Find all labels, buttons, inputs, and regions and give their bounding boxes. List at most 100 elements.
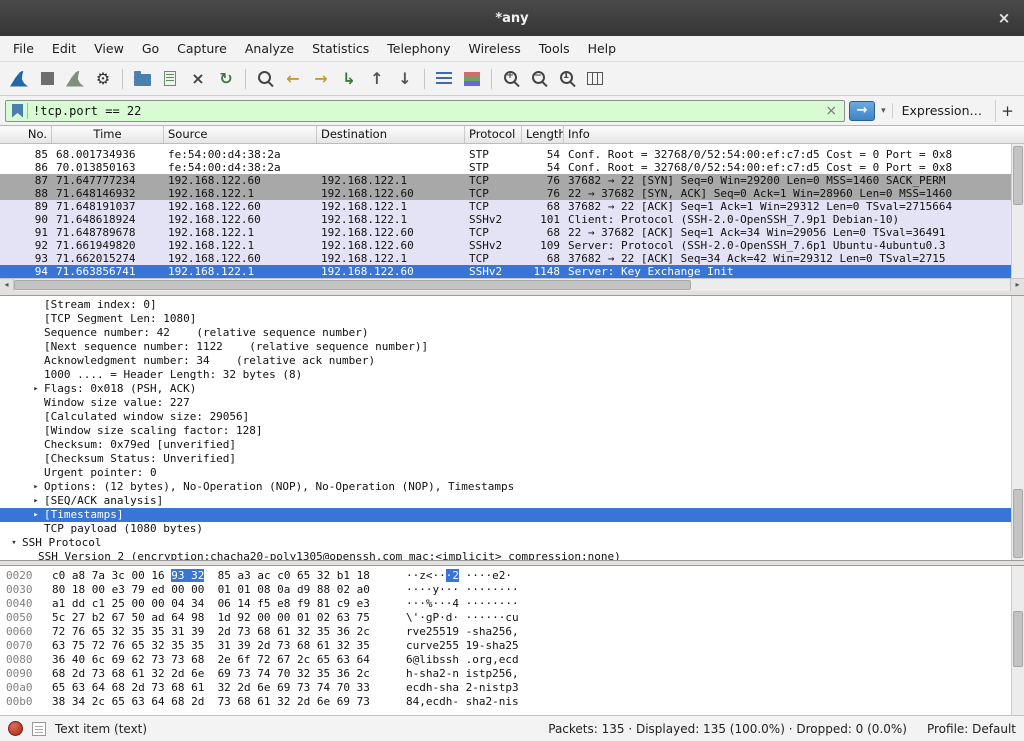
expander-icon[interactable]: ▸ <box>28 382 44 396</box>
packet-row[interactable]: 9271.661949820192.168.122.1192.168.122.6… <box>0 239 1011 252</box>
expert-info-icon[interactable] <box>8 721 23 736</box>
menu-item-go[interactable]: Go <box>133 37 168 60</box>
hex-row[interactable]: 00a065 63 64 68 2d 73 68 61 32 2d 6e 69 … <box>6 681 1011 695</box>
column-header-length[interactable]: Length <box>522 126 564 143</box>
packet-row[interactable]: 9171.648789678192.168.122.1192.168.122.6… <box>0 226 1011 239</box>
menu-item-capture[interactable]: Capture <box>168 37 236 60</box>
scroll-right-icon[interactable]: ▸ <box>1010 279 1024 291</box>
hex-row[interactable]: 00505c 27 b2 67 50 ad 64 98 1d 92 00 00 … <box>6 611 1011 625</box>
detail-line[interactable]: [Checksum Status: Unverified] <box>0 452 1011 466</box>
detail-line[interactable]: ▸[Timestamps] <box>0 508 1011 522</box>
menu-item-help[interactable]: Help <box>579 37 626 60</box>
hex-row[interactable]: 0040a1 dd c1 25 00 00 04 34 06 14 f5 e8 … <box>6 597 1011 611</box>
capture-comment-icon[interactable] <box>32 722 46 736</box>
scroll-left-icon[interactable]: ◂ <box>0 279 14 291</box>
filter-apply-button[interactable]: → <box>849 101 875 121</box>
menu-item-telephony[interactable]: Telephony <box>378 37 459 60</box>
vertical-scroll-thumb[interactable] <box>1013 146 1023 205</box>
expander-icon[interactable]: ▸ <box>28 480 44 494</box>
hex-vertical-scrollbar[interactable] <box>1011 566 1024 715</box>
packet-row[interactable]: 8771.647777234192.168.122.60192.168.122.… <box>0 174 1011 187</box>
go-forward-button[interactable]: → <box>307 65 335 93</box>
detail-line[interactable]: SSH Version 2 (encryption:chacha20-poly1… <box>0 550 1011 561</box>
zoom-in-button[interactable]: + <box>497 65 525 93</box>
packet-row[interactable]: 9071.648618924192.168.122.60192.168.122.… <box>0 213 1011 226</box>
column-header-no[interactable]: No. <box>0 126 52 143</box>
filter-bookmark-icon[interactable] <box>12 104 23 118</box>
window-close-button[interactable]: × <box>994 8 1014 28</box>
go-back-button[interactable]: ← <box>279 65 307 93</box>
go-last-packet-button[interactable]: ↓ <box>391 65 419 93</box>
column-header-time[interactable]: Time <box>52 126 164 143</box>
detail-line[interactable]: Urgent pointer: 0 <box>0 466 1011 480</box>
hex-scroll-thumb[interactable] <box>1013 611 1023 668</box>
hex-row[interactable]: 009068 2d 73 68 61 32 2d 6e 69 73 74 70 … <box>6 667 1011 681</box>
packet-list-vertical-scrollbar[interactable] <box>1011 144 1024 278</box>
column-header-source[interactable]: Source <box>164 126 317 143</box>
detail-line[interactable]: [Stream index: 0] <box>0 298 1011 312</box>
detail-line[interactable]: 1000 .... = Header Length: 32 bytes (8) <box>0 368 1011 382</box>
detail-line[interactable]: [TCP Segment Len: 1080] <box>0 312 1011 326</box>
auto-scroll-button[interactable] <box>430 65 458 93</box>
status-profile-text[interactable]: Profile: Default <box>927 722 1016 736</box>
resize-columns-button[interactable] <box>581 65 609 93</box>
capture-options-button[interactable]: ⚙ <box>89 65 117 93</box>
packet-list-horizontal-scrollbar[interactable]: ◂ ▸ <box>0 278 1024 291</box>
menu-item-statistics[interactable]: Statistics <box>303 37 378 60</box>
expander-icon[interactable]: ▸ <box>28 508 44 522</box>
close-capture-file-button[interactable]: × <box>184 65 212 93</box>
packet-row[interactable]: 8871.648146932192.168.122.1192.168.122.6… <box>0 187 1011 200</box>
column-header-info[interactable]: Info <box>564 126 1024 143</box>
hex-row[interactable]: 003080 18 00 e3 79 ed 00 00 01 01 08 0a … <box>6 583 1011 597</box>
hex-row[interactable]: 008036 40 6c 69 62 73 73 68 2e 6f 72 67 … <box>6 653 1011 667</box>
packet-row[interactable]: 9371.662015274192.168.122.60192.168.122.… <box>0 252 1011 265</box>
menu-item-wireless[interactable]: Wireless <box>459 37 529 60</box>
detail-line[interactable]: TCP payload (1080 bytes) <box>0 522 1011 536</box>
hex-row[interactable]: 007063 75 72 76 65 32 35 35 31 39 2d 73 … <box>6 639 1011 653</box>
hex-row[interactable]: 00b038 34 2c 65 63 64 68 2d 73 68 61 32 … <box>6 695 1011 709</box>
reload-capture-file-button[interactable]: ↻ <box>212 65 240 93</box>
expander-icon[interactable]: ▸ <box>28 494 44 508</box>
detail-line[interactable]: [Window size scaling factor: 128] <box>0 424 1011 438</box>
menu-item-tools[interactable]: Tools <box>530 37 579 60</box>
hex-row[interactable]: 0020c0 a8 7a 3c 00 16 93 32 85 a3 ac c0 … <box>6 569 1011 583</box>
open-capture-file-button[interactable] <box>128 65 156 93</box>
filter-clear-icon[interactable]: × <box>820 103 842 119</box>
menu-item-analyze[interactable]: Analyze <box>236 37 303 60</box>
packet-row[interactable]: 8670.013850163fe:54:00:d4:38:2aSTP54Conf… <box>0 161 1011 174</box>
detail-line[interactable]: Window size value: 227 <box>0 396 1011 410</box>
find-packet-button[interactable] <box>251 65 279 93</box>
packet-row[interactable]: 8971.648191037192.168.122.60192.168.122.… <box>0 200 1011 213</box>
packet-row[interactable]: 9471.663856741192.168.122.1192.168.122.6… <box>0 265 1011 278</box>
expander-icon[interactable]: ▾ <box>6 536 22 550</box>
column-header-protocol[interactable]: Protocol <box>465 126 522 143</box>
menu-item-edit[interactable]: Edit <box>43 37 85 60</box>
horizontal-scroll-thumb[interactable] <box>14 280 691 290</box>
details-scroll-thumb[interactable] <box>1013 489 1023 558</box>
start-capture-button[interactable] <box>5 65 33 93</box>
detail-line[interactable]: ▸[SEQ/ACK analysis] <box>0 494 1011 508</box>
menu-item-file[interactable]: File <box>4 37 43 60</box>
go-first-packet-button[interactable]: ↑ <box>363 65 391 93</box>
stop-capture-button[interactable] <box>33 65 61 93</box>
zoom-out-button[interactable]: − <box>525 65 553 93</box>
filter-add-button[interactable]: + <box>995 100 1019 122</box>
filter-input[interactable] <box>33 104 820 118</box>
detail-line[interactable]: [Calculated window size: 29056] <box>0 410 1011 424</box>
details-vertical-scrollbar[interactable] <box>1011 296 1024 560</box>
detail-line[interactable]: ▸Options: (12 bytes), No-Operation (NOP)… <box>0 480 1011 494</box>
restart-capture-button[interactable] <box>61 65 89 93</box>
save-capture-file-button[interactable] <box>156 65 184 93</box>
menu-item-view[interactable]: View <box>85 37 133 60</box>
horizontal-scroll-trough[interactable] <box>14 279 1010 291</box>
detail-line[interactable]: ▾SSH Protocol <box>0 536 1011 550</box>
detail-line[interactable]: Sequence number: 42 (relative sequence n… <box>0 326 1011 340</box>
detail-line[interactable]: Checksum: 0x79ed [unverified] <box>0 438 1011 452</box>
detail-line[interactable]: Acknowledgment number: 34 (relative ack … <box>0 354 1011 368</box>
expression-button[interactable]: Expression… <box>892 103 991 118</box>
column-header-destination[interactable]: Destination <box>317 126 465 143</box>
detail-line[interactable]: [Next sequence number: 1122 (relative se… <box>0 340 1011 354</box>
filter-dropdown-caret-icon[interactable]: ▾ <box>879 106 888 116</box>
hex-row[interactable]: 006072 76 65 32 35 35 31 39 2d 73 68 61 … <box>6 625 1011 639</box>
packet-row[interactable]: 8568.001734936fe:54:00:d4:38:2aSTP54Conf… <box>0 148 1011 161</box>
